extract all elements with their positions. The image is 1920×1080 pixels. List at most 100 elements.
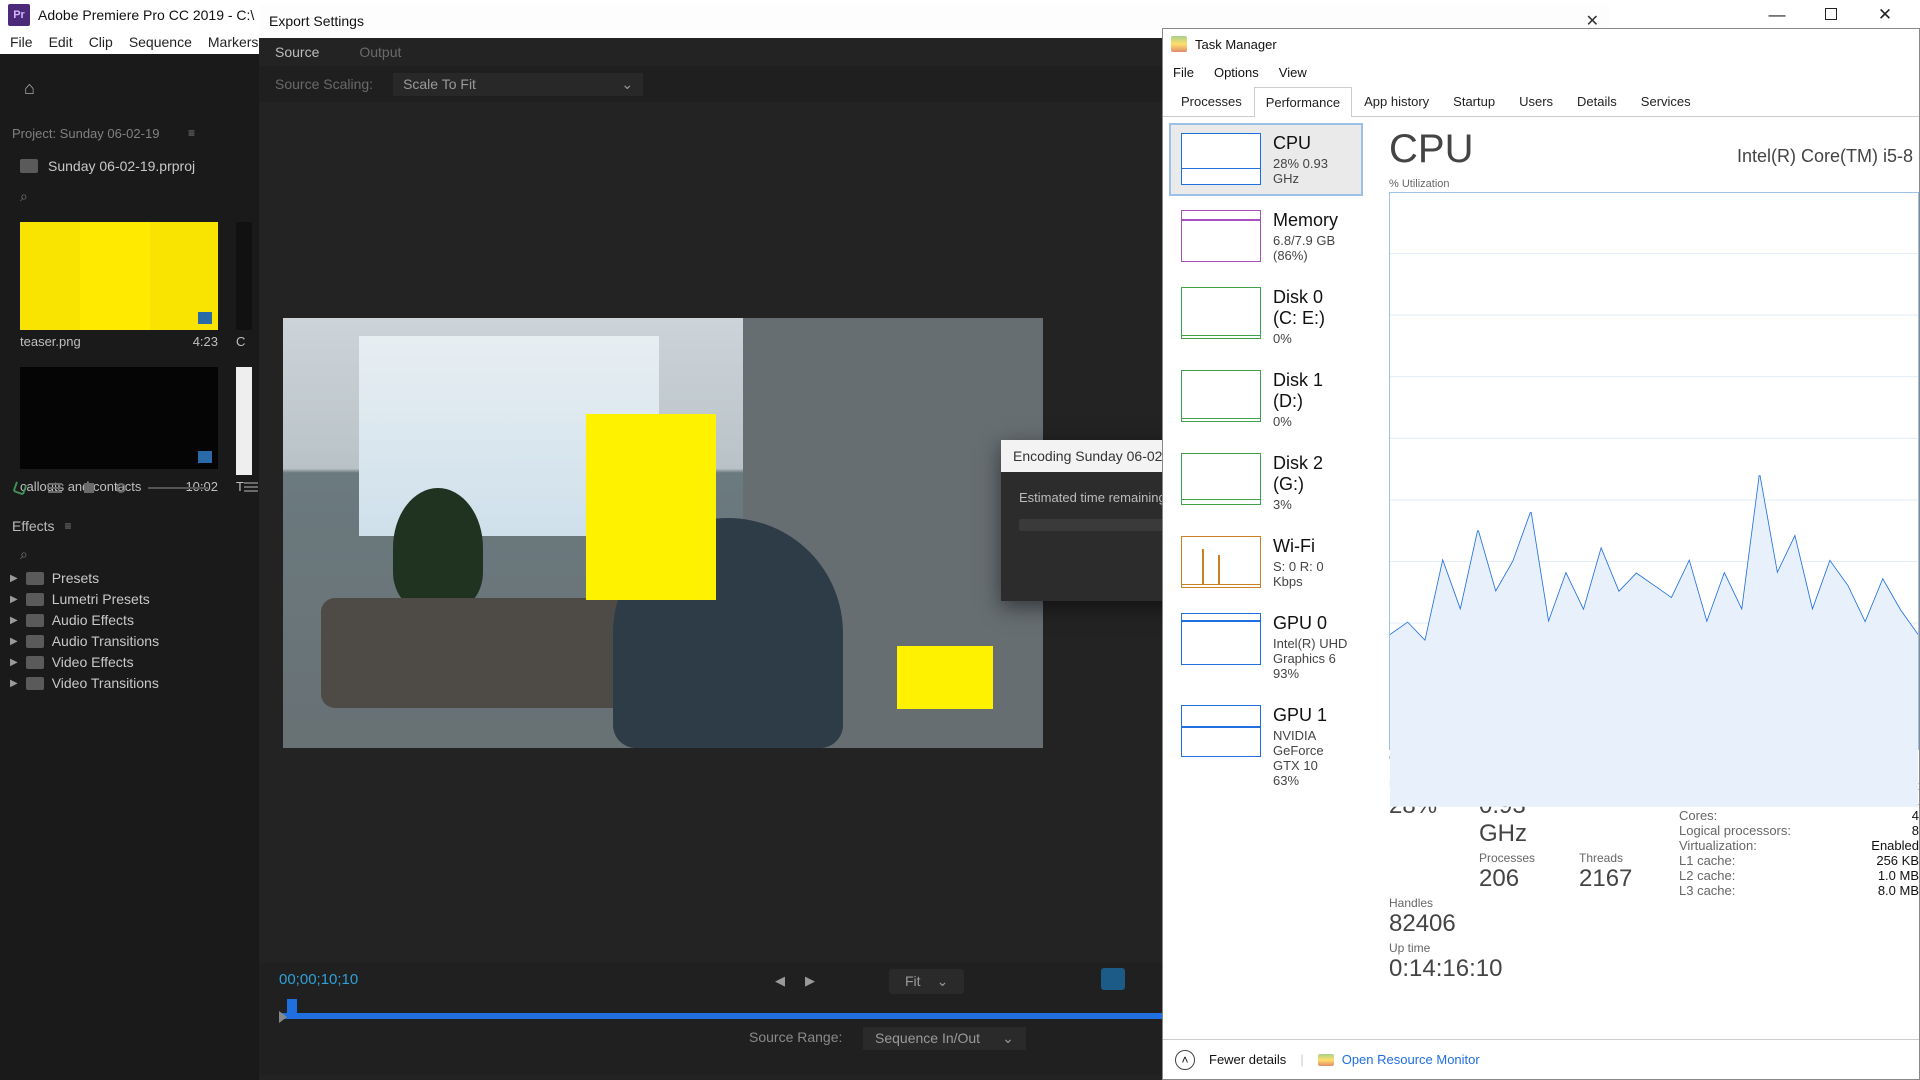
effects-item-audiofx[interactable]: ▶Audio Effects bbox=[10, 612, 159, 628]
zoom-slider[interactable] bbox=[148, 487, 208, 489]
effects-label-text: Effects bbox=[12, 518, 55, 534]
sidebar-item-disk0[interactable]: Disk 0 (C: E:)0% bbox=[1169, 277, 1363, 356]
effects-item-videotr[interactable]: ▶Video Transitions bbox=[10, 675, 159, 691]
effects-item-lumetri[interactable]: ▶Lumetri Presets bbox=[10, 591, 159, 607]
tm-title-bar: Task Manager bbox=[1163, 29, 1919, 59]
zoom-fit-dropdown[interactable]: Fit⌄ bbox=[889, 969, 964, 994]
timecode-in[interactable]: 00;00;10;10 bbox=[279, 971, 358, 988]
minimize-button[interactable]: — bbox=[1766, 5, 1788, 25]
tab-performance[interactable]: Performance bbox=[1254, 87, 1352, 117]
in-point-handle[interactable] bbox=[279, 1011, 287, 1023]
project-file-name: Sunday 06-02-19.prproj bbox=[48, 158, 195, 174]
perf-title: CPU bbox=[1389, 127, 1473, 172]
tab-users[interactable]: Users bbox=[1507, 86, 1565, 116]
sort-icon[interactable] bbox=[244, 482, 258, 494]
tm-tabs: Processes Performance App history Startu… bbox=[1163, 85, 1919, 117]
stat-processes: 206 bbox=[1479, 865, 1579, 893]
cpu-spec-row: L3 cache:8.0 MB bbox=[1679, 883, 1919, 898]
tab-details[interactable]: Details bbox=[1565, 86, 1629, 116]
freeform-view-icon[interactable] bbox=[116, 483, 126, 493]
source-scaling-label: Source Scaling: bbox=[275, 76, 373, 92]
project-search[interactable]: ⌕ bbox=[20, 188, 28, 205]
tm-menu-view[interactable]: View bbox=[1279, 65, 1307, 80]
cpu-stats-grid: Utilization28% Speed0.93 GHz Base speed:… bbox=[1389, 778, 1919, 983]
thumb-teaser-dur: 4:23 bbox=[193, 334, 218, 349]
tab-processes[interactable]: Processes bbox=[1169, 86, 1254, 116]
step-back-icon[interactable]: ◀ bbox=[775, 973, 785, 989]
effects-search[interactable]: ⌕ bbox=[20, 546, 28, 563]
still-image-icon bbox=[198, 312, 212, 324]
task-manager-window: Task Manager File Options View Processes… bbox=[1162, 28, 1920, 1080]
panel-menu-icon[interactable]: ≡ bbox=[65, 519, 72, 533]
menu-clip[interactable]: Clip bbox=[89, 34, 113, 50]
tm-menu-file[interactable]: File bbox=[1173, 65, 1194, 80]
thumb-trunc1-label: C bbox=[236, 334, 245, 349]
tab-services[interactable]: Services bbox=[1629, 86, 1703, 116]
chevron-down-icon: ⌄ bbox=[1002, 1030, 1014, 1047]
sidebar-item-cpu[interactable]: CPU28% 0.93 GHz bbox=[1169, 123, 1363, 196]
sidebar-item-memory[interactable]: Memory6.8/7.9 GB (86%) bbox=[1169, 200, 1363, 273]
sidebar-item-gpu1[interactable]: GPU 1NVIDIA GeForce GTX 10 63% bbox=[1169, 695, 1363, 798]
cpu-utilization-chart bbox=[1389, 192, 1919, 750]
effects-tree: ▶Presets ▶Lumetri Presets ▶Audio Effects… bbox=[10, 570, 159, 691]
maximize-button[interactable] bbox=[1820, 5, 1842, 25]
source-scaling-dropdown[interactable]: Scale To Fit⌄ bbox=[393, 73, 643, 96]
thumbnail-truncated-1[interactable] bbox=[236, 222, 252, 330]
sidebar-item-disk2[interactable]: Disk 2 (G:)3% bbox=[1169, 443, 1363, 522]
effects-item-audiotr[interactable]: ▶Audio Transitions bbox=[10, 633, 159, 649]
sidebar-item-gpu0[interactable]: GPU 0Intel(R) UHD Graphics 6 93% bbox=[1169, 603, 1363, 691]
tm-footer: ˄ Fewer details | Open Resource Monitor bbox=[1163, 1039, 1919, 1079]
home-icon[interactable]: ⌂ bbox=[24, 78, 35, 99]
export-title-text: Export Settings bbox=[269, 13, 364, 29]
sidebar-item-disk1[interactable]: Disk 1 (D:)0% bbox=[1169, 360, 1363, 439]
premiere-app-icon: Pr bbox=[8, 4, 30, 26]
tm-menu-options[interactable]: Options bbox=[1214, 65, 1259, 80]
sparkline-cpu bbox=[1181, 133, 1261, 185]
icon-view-icon[interactable] bbox=[84, 483, 94, 493]
premiere-workspace: ⌂ Project: Sunday 06-02-19 ≡ Sunday 06-0… bbox=[0, 54, 259, 1080]
tab-startup[interactable]: Startup bbox=[1441, 86, 1507, 116]
perf-model: Intel(R) Core(TM) i5-8 bbox=[1737, 146, 1913, 167]
sparkline-wifi bbox=[1181, 536, 1261, 588]
list-view-icon[interactable] bbox=[48, 483, 62, 493]
project-file-row[interactable]: Sunday 06-02-19.prproj bbox=[20, 158, 195, 174]
playhead[interactable] bbox=[287, 999, 297, 1015]
close-button[interactable]: ✕ bbox=[1874, 5, 1896, 25]
sparkline-disk0 bbox=[1181, 287, 1261, 339]
effects-panel-label[interactable]: Effects ≡ bbox=[12, 518, 72, 534]
new-item-icon[interactable] bbox=[12, 480, 27, 495]
effects-item-videofx[interactable]: ▶Video Effects bbox=[10, 654, 159, 670]
tm-main-panel: CPU Intel(R) Core(TM) i5-8 % Utilization bbox=[1369, 117, 1919, 1039]
cpu-spec-row: Cores:4 bbox=[1679, 808, 1919, 823]
fewer-details-link[interactable]: Fewer details bbox=[1209, 1052, 1286, 1067]
project-panel-label[interactable]: Project: Sunday 06-02-19 bbox=[12, 126, 159, 141]
tab-source[interactable]: Source bbox=[275, 44, 319, 60]
chevron-down-icon: ⌄ bbox=[621, 76, 633, 93]
panel-view-toolbar bbox=[14, 482, 258, 494]
step-forward-icon[interactable]: ▶ bbox=[805, 973, 815, 989]
sparkline-disk1 bbox=[1181, 370, 1261, 422]
sparkline-gpu1 bbox=[1181, 705, 1261, 757]
panel-menu-icon[interactable]: ≡ bbox=[188, 126, 195, 140]
thumbnail-truncated-2[interactable] bbox=[236, 367, 252, 475]
tab-app-history[interactable]: App history bbox=[1352, 86, 1441, 116]
thumbnail-callouts[interactable] bbox=[20, 367, 218, 469]
effects-item-presets[interactable]: ▶Presets bbox=[10, 570, 159, 586]
thumbnail-teaser[interactable] bbox=[20, 222, 218, 330]
open-resource-monitor-link[interactable]: Open Resource Monitor bbox=[1318, 1052, 1480, 1067]
tm-title-text: Task Manager bbox=[1195, 37, 1277, 52]
source-range-label: Source Range: bbox=[749, 1029, 842, 1045]
menu-file[interactable]: File bbox=[10, 34, 33, 50]
menu-markers[interactable]: Markers bbox=[208, 34, 259, 50]
menu-edit[interactable]: Edit bbox=[49, 34, 73, 50]
tab-output[interactable]: Output bbox=[359, 44, 401, 60]
menu-sequence[interactable]: Sequence bbox=[129, 34, 192, 50]
premiere-menu-bar: File Edit Clip Sequence Markers bbox=[0, 30, 259, 54]
resource-monitor-icon bbox=[1318, 1054, 1334, 1066]
cpu-spec-row: Logical processors:8 bbox=[1679, 823, 1919, 838]
yellow-overlay-a bbox=[586, 414, 716, 600]
aspect-overlay-button[interactable] bbox=[1101, 968, 1125, 990]
source-range-dropdown[interactable]: Sequence In/Out⌄ bbox=[863, 1027, 1026, 1050]
sidebar-item-wifi[interactable]: Wi-FiS: 0 R: 0 Kbps bbox=[1169, 526, 1363, 599]
fewer-details-icon[interactable]: ˄ bbox=[1175, 1050, 1195, 1070]
